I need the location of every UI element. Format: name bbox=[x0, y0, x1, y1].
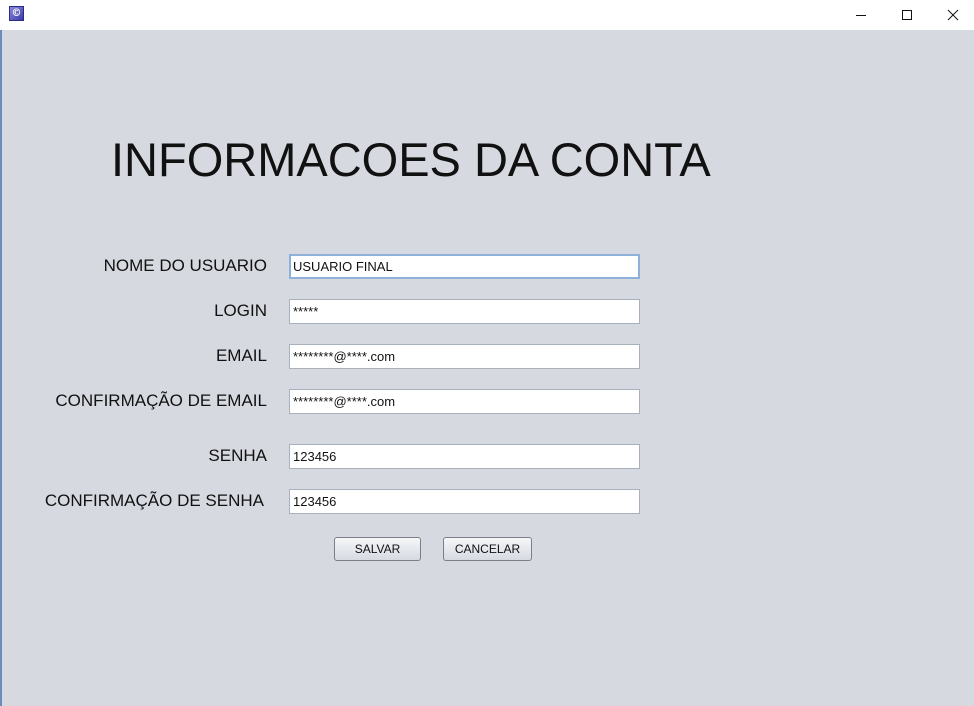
page-title: INFORMACOES DA CONTA bbox=[111, 133, 711, 186]
cancel-button[interactable]: CANCELAR bbox=[443, 537, 532, 561]
password-label: SENHA bbox=[208, 446, 267, 465]
password-input[interactable] bbox=[289, 444, 640, 469]
username-input[interactable] bbox=[289, 254, 640, 279]
maximize-icon bbox=[902, 10, 912, 20]
email-input[interactable] bbox=[289, 344, 640, 369]
email-confirm-label: CONFIRMAÇÃO DE EMAIL bbox=[55, 391, 267, 410]
login-label: LOGIN bbox=[214, 301, 267, 320]
minimize-icon bbox=[856, 15, 866, 16]
close-icon bbox=[947, 9, 959, 21]
email-label: EMAIL bbox=[215, 346, 267, 365]
maximize-button[interactable] bbox=[884, 0, 930, 30]
username-label: NOME DO USUARIO bbox=[103, 256, 267, 275]
save-button[interactable]: SALVAR bbox=[334, 537, 421, 561]
account-form-panel: INFORMACOES DA CONTA NOME DO USUARIO LOG… bbox=[0, 30, 974, 706]
email-confirm-input[interactable] bbox=[289, 389, 640, 414]
password-confirm-label: CONFIRMAÇÃO DE SENHA bbox=[44, 491, 264, 510]
minimize-button[interactable] bbox=[838, 0, 884, 30]
login-input[interactable] bbox=[289, 299, 640, 324]
password-confirm-input[interactable] bbox=[289, 489, 640, 514]
close-button[interactable] bbox=[930, 0, 974, 30]
title-bar[interactable]: © bbox=[0, 0, 974, 30]
java-app-icon[interactable]: © bbox=[9, 6, 24, 21]
